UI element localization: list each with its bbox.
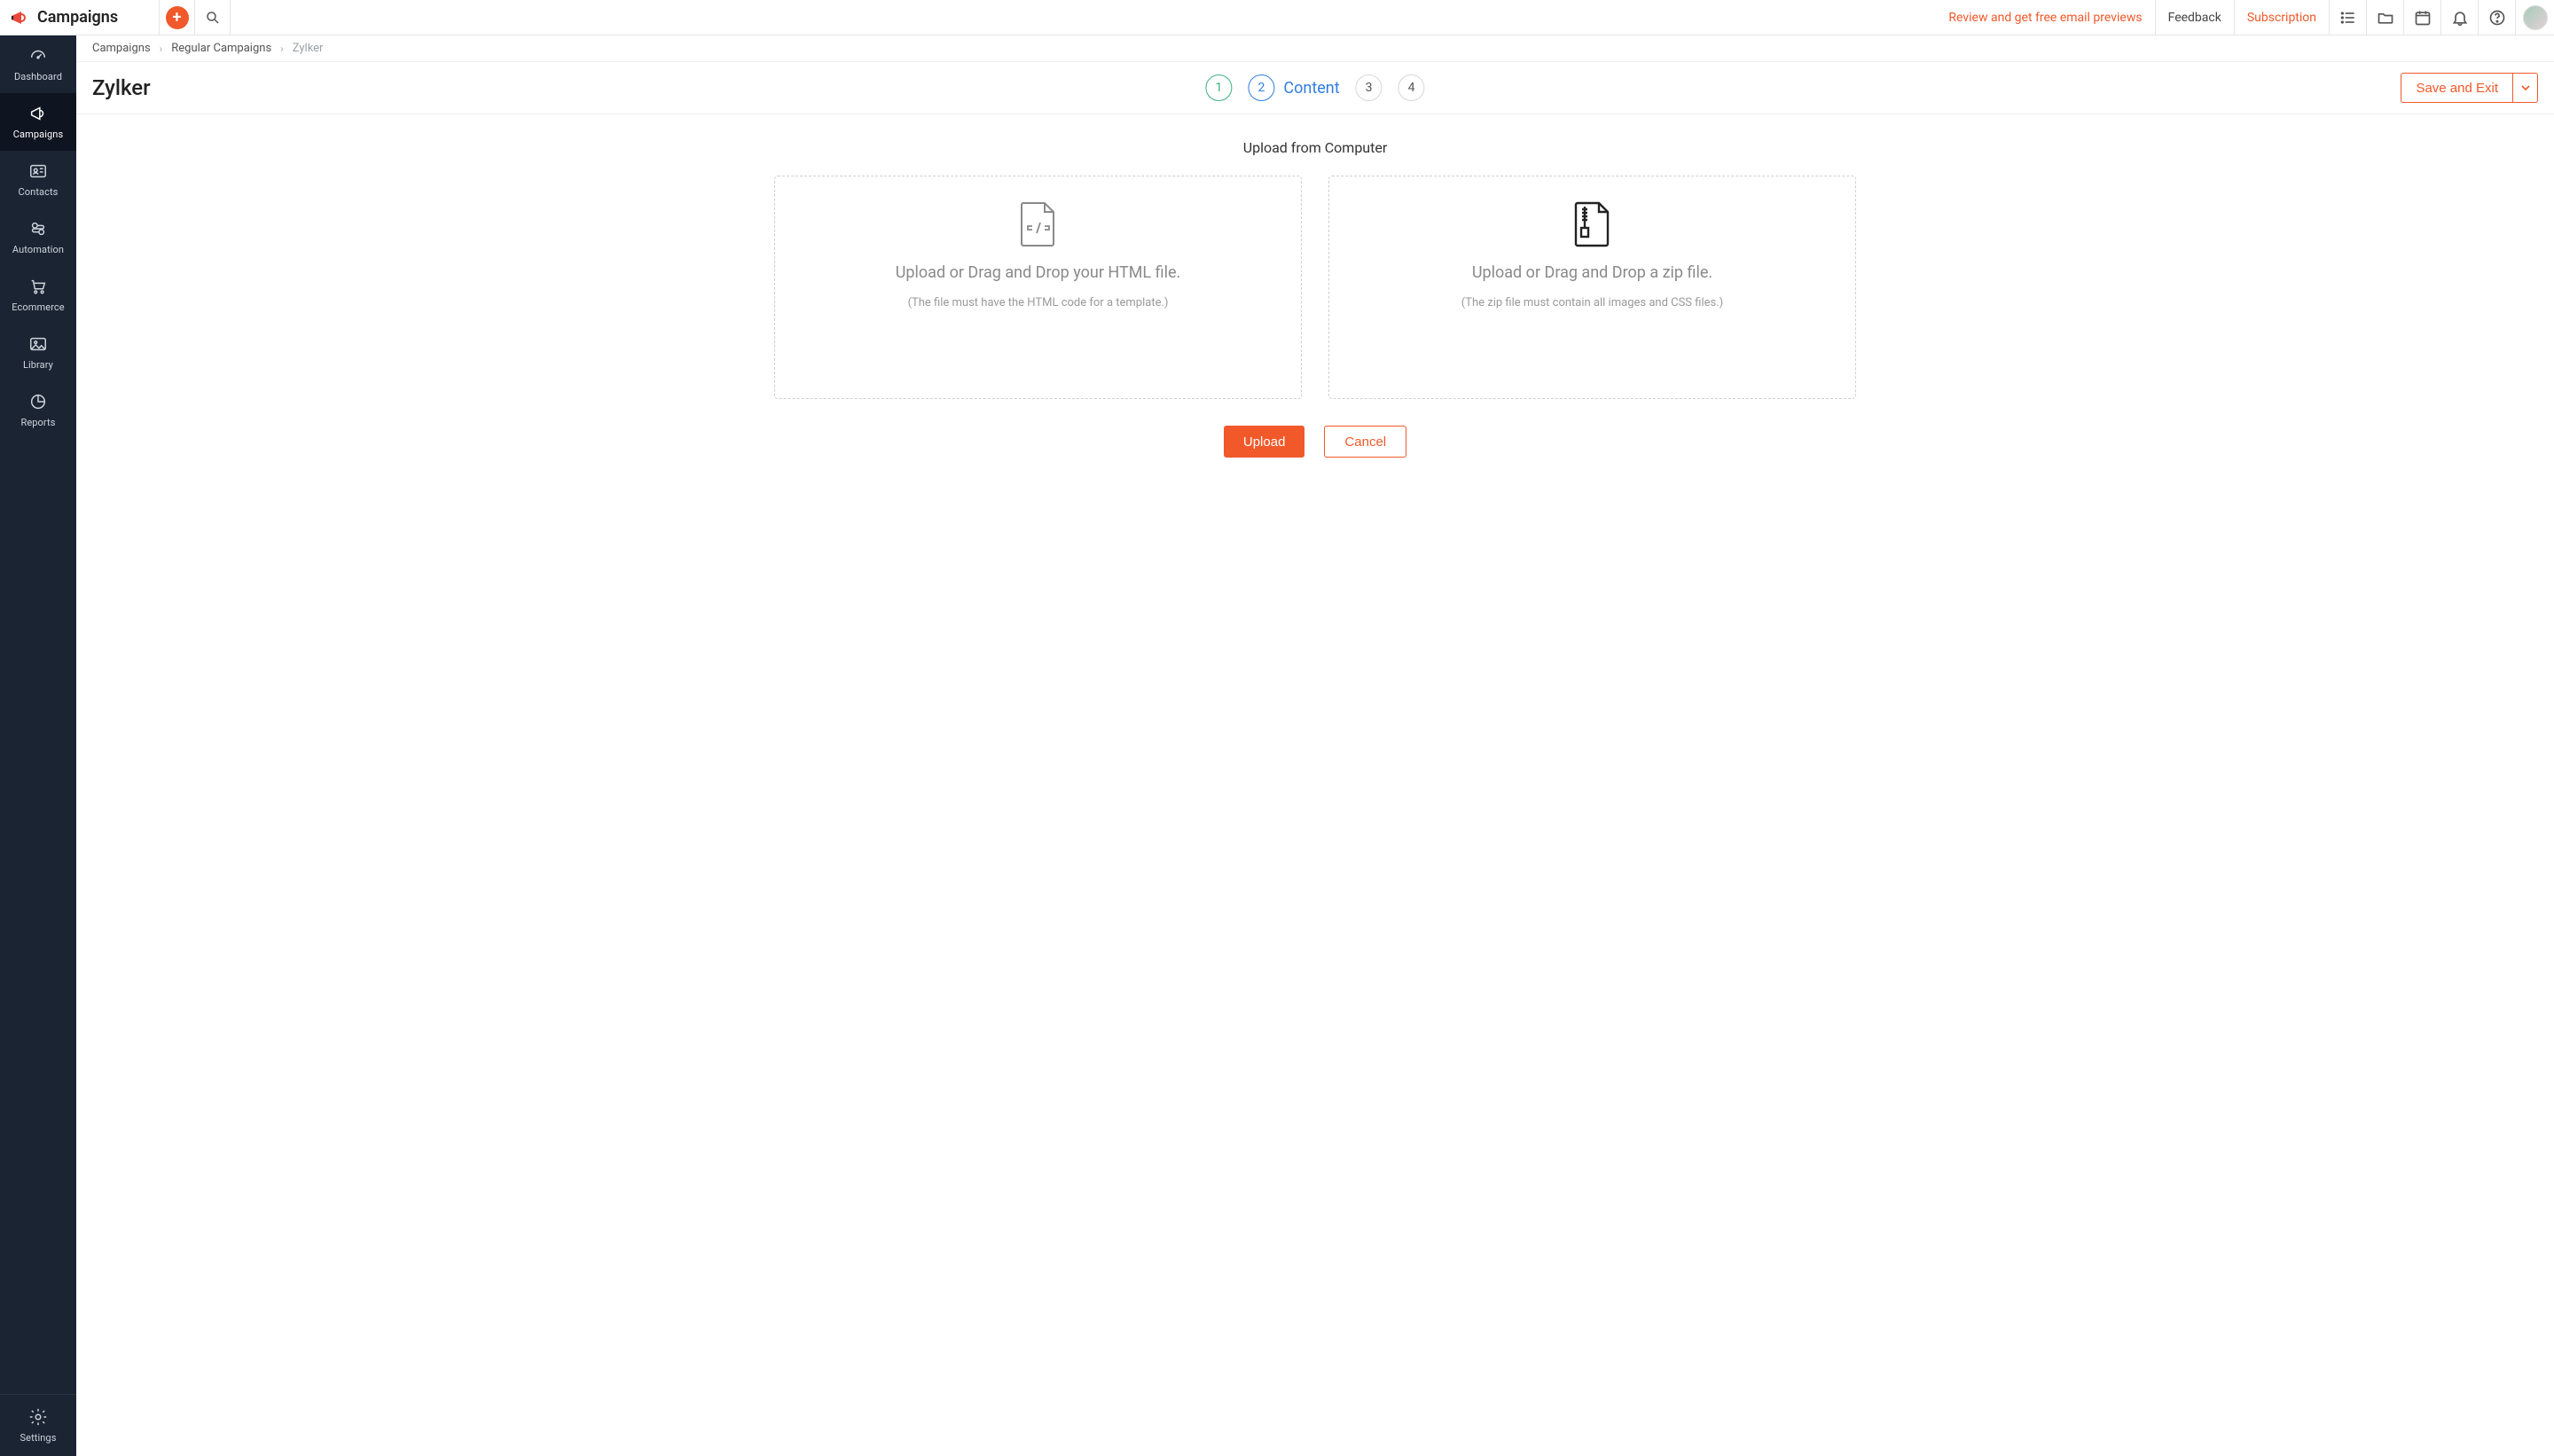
html-file-icon bbox=[1018, 201, 1059, 247]
section-title: Upload from Computer bbox=[1243, 139, 1388, 156]
breadcrumb-current: Zylker bbox=[293, 42, 324, 55]
notifications-button[interactable] bbox=[2440, 0, 2478, 35]
calendar-icon bbox=[2414, 9, 2432, 27]
sidenav-label: Reports bbox=[20, 417, 55, 428]
megaphone-icon bbox=[9, 7, 30, 28]
help-button[interactable] bbox=[2478, 0, 2515, 35]
list-icon bbox=[2339, 9, 2357, 27]
step-number: 1 bbox=[1205, 74, 1232, 101]
sidenav: Dashboard Campaigns Contacts Automation bbox=[0, 35, 76, 1456]
step-3[interactable]: 3 bbox=[1356, 74, 1383, 101]
breadcrumb: Campaigns › Regular Campaigns › Zylker bbox=[76, 35, 2554, 62]
topbar: Campaigns + Review and get free email pr… bbox=[0, 0, 2554, 35]
sidenav-item-reports[interactable]: Reports bbox=[0, 381, 76, 439]
stepper: 1 2 Content 3 4 bbox=[1205, 74, 1424, 101]
dropzone-subtitle: (The file must have the HTML code for a … bbox=[908, 296, 1169, 309]
page-title: Zylker bbox=[92, 75, 151, 100]
dropzone-title: Upload or Drag and Drop your HTML file. bbox=[896, 263, 1181, 282]
zip-file-icon bbox=[1572, 201, 1613, 247]
chevron-right-icon: › bbox=[160, 43, 163, 55]
zip-dropzone[interactable]: Upload or Drag and Drop a zip file. (The… bbox=[1328, 176, 1856, 399]
profile-avatar[interactable] bbox=[2515, 0, 2554, 35]
step-number: 3 bbox=[1356, 74, 1383, 101]
brand[interactable]: Campaigns bbox=[0, 0, 160, 35]
search-icon bbox=[205, 10, 221, 26]
list-view-button[interactable] bbox=[2329, 0, 2366, 35]
topbar-spacer bbox=[231, 0, 1936, 35]
sidenav-label: Ecommerce bbox=[12, 301, 64, 313]
sidenav-label: Contacts bbox=[19, 186, 59, 198]
cart-icon bbox=[28, 277, 48, 296]
caret-down-icon bbox=[2521, 83, 2530, 92]
plus-icon: + bbox=[166, 6, 189, 29]
review-previews-link[interactable]: Review and get free email previews bbox=[1936, 0, 2154, 35]
calendar-button[interactable] bbox=[2403, 0, 2440, 35]
dropzone-title: Upload or Drag and Drop a zip file. bbox=[1472, 263, 1712, 282]
breadcrumb-link[interactable]: Campaigns bbox=[92, 42, 151, 55]
header-actions: Save and Exit bbox=[2401, 73, 2538, 103]
add-button[interactable]: + bbox=[160, 0, 195, 35]
action-buttons: Upload Cancel bbox=[1224, 426, 1406, 458]
gauge-icon bbox=[28, 46, 48, 66]
step-number: 4 bbox=[1398, 74, 1425, 101]
step-1[interactable]: 1 bbox=[1205, 74, 1232, 101]
help-icon bbox=[2488, 9, 2506, 27]
gear-icon bbox=[28, 1407, 48, 1427]
automation-icon bbox=[28, 219, 48, 239]
step-4[interactable]: 4 bbox=[1398, 74, 1425, 101]
search-button[interactable] bbox=[195, 0, 231, 35]
sidenav-item-ecommerce[interactable]: Ecommerce bbox=[0, 266, 76, 324]
feedback-link[interactable]: Feedback bbox=[2155, 0, 2234, 35]
sidenav-label: Settings bbox=[20, 1432, 57, 1444]
dropzone-subtitle: (The zip file must contain all images an… bbox=[1461, 296, 1723, 309]
megaphone-icon bbox=[28, 104, 48, 123]
step-2[interactable]: 2 Content bbox=[1248, 74, 1339, 101]
avatar-image bbox=[2523, 5, 2548, 30]
sidenav-label: Library bbox=[23, 359, 53, 371]
chevron-right-icon: › bbox=[280, 43, 284, 55]
bell-icon bbox=[2451, 9, 2469, 27]
sidenav-item-settings[interactable]: Settings bbox=[0, 1395, 76, 1456]
step-number: 2 bbox=[1248, 74, 1274, 101]
sidenav-item-campaigns[interactable]: Campaigns bbox=[0, 93, 76, 151]
sidenav-item-library[interactable]: Library bbox=[0, 324, 76, 381]
cancel-button[interactable]: Cancel bbox=[1324, 426, 1406, 458]
sidenav-item-automation[interactable]: Automation bbox=[0, 208, 76, 266]
brand-title: Campaigns bbox=[37, 8, 118, 27]
sidenav-label: Dashboard bbox=[14, 71, 62, 82]
folder-button[interactable] bbox=[2366, 0, 2403, 35]
html-dropzone[interactable]: Upload or Drag and Drop your HTML file. … bbox=[774, 176, 1302, 399]
step-label: Content bbox=[1283, 79, 1339, 98]
upload-button[interactable]: Upload bbox=[1224, 426, 1305, 458]
dropzone-row: Upload or Drag and Drop your HTML file. … bbox=[774, 176, 1856, 399]
contact-card-icon bbox=[28, 161, 48, 181]
pie-chart-icon bbox=[28, 392, 48, 411]
sidenav-item-contacts[interactable]: Contacts bbox=[0, 151, 76, 208]
sidenav-label: Automation bbox=[12, 244, 64, 255]
content: Campaigns › Regular Campaigns › Zylker Z… bbox=[76, 35, 2554, 1456]
page-header: Zylker 1 2 Content 3 4 Save and Exit bbox=[76, 62, 2554, 114]
sidenav-label: Campaigns bbox=[13, 129, 63, 140]
breadcrumb-link[interactable]: Regular Campaigns bbox=[171, 42, 271, 55]
save-exit-menu-button[interactable] bbox=[2513, 73, 2538, 103]
subscription-link[interactable]: Subscription bbox=[2234, 0, 2329, 35]
save-exit-button[interactable]: Save and Exit bbox=[2401, 73, 2513, 103]
page-body: Upload from Computer Upload or Drag and … bbox=[76, 114, 2554, 493]
main: Dashboard Campaigns Contacts Automation bbox=[0, 35, 2554, 1456]
sidenav-item-dashboard[interactable]: Dashboard bbox=[0, 35, 76, 93]
image-icon bbox=[28, 334, 48, 354]
folder-icon bbox=[2377, 9, 2394, 27]
